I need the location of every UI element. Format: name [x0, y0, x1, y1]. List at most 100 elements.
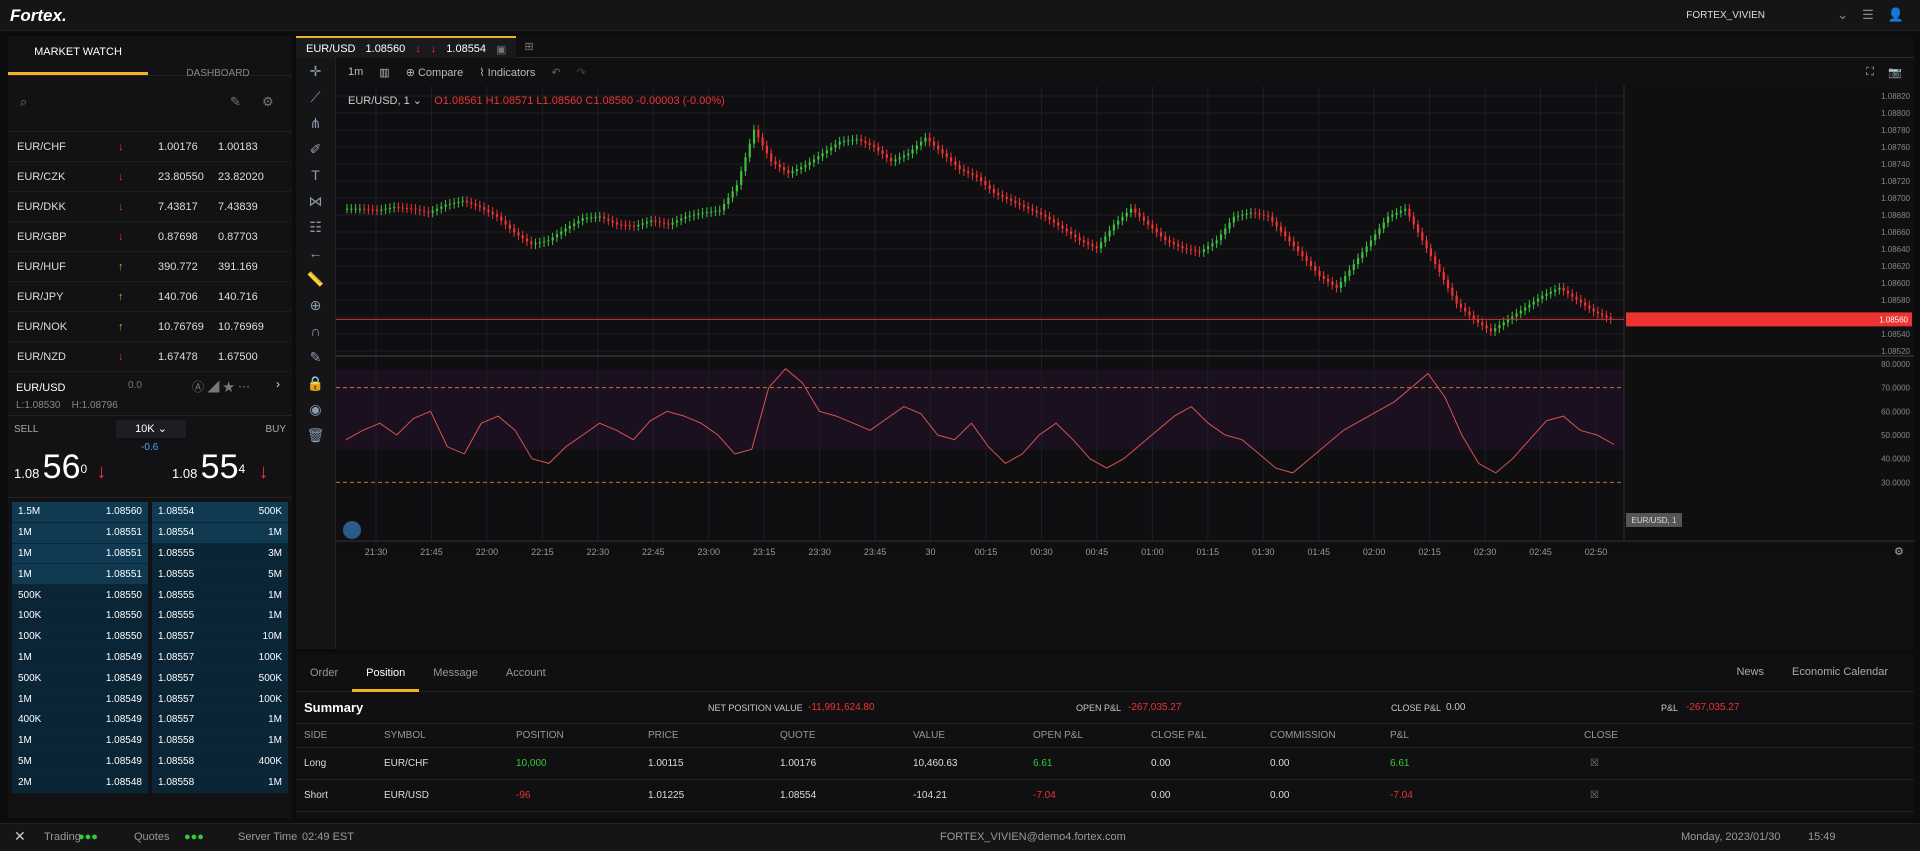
ruler-icon[interactable]: 📏	[296, 266, 335, 292]
depth-buy-row[interactable]: 1.08557 100K	[152, 647, 288, 669]
depth-buy-row[interactable]: 1.08555 5M	[152, 564, 288, 586]
quick-actions-icon[interactable]: Ⓐ ◢ ★ ⋯	[192, 378, 250, 395]
pattern-icon[interactable]: ⋈	[296, 188, 335, 214]
candle-body	[812, 159, 816, 163]
depth-sell-row[interactable]: 1.5M 1.08560	[12, 502, 148, 523]
candle-body	[1082, 240, 1086, 243]
zoom-in-icon[interactable]: ⊕	[296, 292, 335, 318]
tab-position[interactable]: Position	[352, 654, 420, 692]
candle-body	[1292, 241, 1295, 247]
text-icon[interactable]: T	[296, 162, 335, 188]
depth-buy-row[interactable]: 1.08557 1M	[152, 709, 288, 731]
redo-icon[interactable]: ↷	[577, 66, 586, 79]
crosshair-icon[interactable]: ✛	[296, 58, 335, 84]
lock-drawing-icon[interactable]: ✎	[296, 344, 335, 370]
depth-sell-row[interactable]: 5M 1.08549	[12, 751, 148, 773]
depth-buy-row[interactable]: 1.08555 1M	[152, 585, 288, 606]
depth-buy-row[interactable]: 1.08558 1M	[152, 730, 288, 752]
depth-buy-row[interactable]: 1.08558 400K	[152, 751, 288, 773]
lock-icon[interactable]: 🔒	[296, 370, 335, 396]
tab-market-watch[interactable]: MARKET WATCH	[8, 36, 148, 75]
position-cell: -96	[516, 790, 531, 801]
economic-calendar-link[interactable]: Economic Calendar	[1792, 666, 1888, 678]
candle-body	[465, 200, 469, 203]
candle-body	[671, 222, 674, 225]
depth-sell-row[interactable]: 1M 1.08549	[12, 689, 148, 710]
fib-icon[interactable]: ☷	[296, 214, 335, 240]
depth-buy-row[interactable]: 1.08557 500K	[152, 668, 288, 690]
depth-sell-row[interactable]: 1M 1.08549	[12, 647, 148, 669]
pitchfork-icon[interactable]: ⋔	[296, 110, 335, 136]
camera-icon[interactable]: 📷	[1888, 66, 1902, 79]
depth-buy-row[interactable]: 1.08554 1M	[152, 522, 288, 544]
depth-sell-row[interactable]: 100K 1.08550	[12, 626, 148, 648]
depth-sell-row[interactable]: 400K 1.08549	[12, 709, 148, 731]
watchlist-row[interactable]: EUR/NZD ↓ 1.67478 1.67500	[8, 342, 292, 372]
depth-buy-row[interactable]: 1.08555 3M	[152, 543, 288, 565]
add-tab-icon[interactable]: ⊞	[524, 40, 533, 53]
depth-sell-row[interactable]: 500K 1.08549	[12, 668, 148, 690]
close-position-icon[interactable]: ☒	[1590, 758, 1599, 769]
candle-body	[1164, 236, 1167, 241]
username[interactable]: FORTEX_VIVIEN	[1686, 10, 1765, 21]
fullscreen-icon[interactable]: ⛶	[1866, 66, 1874, 79]
watchlist-row[interactable]: EUR/GBP ↓ 0.87698 0.87703	[8, 222, 292, 252]
candle-type-icon[interactable]: ▥	[379, 66, 389, 79]
price-chart[interactable]: 21:30 21:45 22:00 22:15 22:30 22:45 23:00 23:15…	[336, 86, 1914, 649]
watchlist-row[interactable]: EUR/HUF ↑ 390.772 391.169	[8, 252, 292, 282]
chevron-right-icon[interactable]: ›	[276, 377, 280, 391]
interval-button[interactable]: 1m	[348, 66, 363, 78]
settings-sliders-icon[interactable]: ☰	[1862, 7, 1874, 23]
edit-icon[interactable]: ✎	[230, 94, 241, 110]
tab-account[interactable]: Account	[492, 654, 560, 692]
watchlist-symbol: EUR/NOK	[17, 320, 68, 333]
watchlist-row[interactable]: EUR/NOK ↑ 10.76769 10.76969	[8, 312, 292, 342]
depth-sell-row[interactable]: 1M 1.08551	[12, 543, 148, 565]
brush-icon[interactable]: ✐	[296, 136, 335, 162]
sell-button[interactable]: 1.08 560 ↓	[14, 448, 107, 487]
watchlist-row[interactable]: EUR/CHF ↓ 1.00176 1.00183	[8, 132, 292, 162]
depth-sell-row[interactable]: 1M 1.08551	[12, 564, 148, 586]
depth-sell-row[interactable]: 2M 1.08548	[12, 772, 148, 794]
search-icon[interactable]: ⌕	[20, 94, 27, 110]
depth-buy-row[interactable]: 1.08554 500K	[152, 502, 288, 523]
tab-dashboard[interactable]: DASHBOARD	[148, 36, 288, 79]
chart-tab-eurusd[interactable]: EUR/USD 1.08560 ↓ ↓ 1.08554 ▣	[296, 35, 517, 58]
magnet-icon[interactable]: ∩	[296, 318, 335, 344]
watchlist-row[interactable]: EUR/DKK ↓ 7.43817 7.43839	[8, 192, 292, 222]
compare-button[interactable]: ⊕ Compare	[406, 66, 464, 79]
spread-value: -0.6	[141, 442, 159, 453]
depth-buy-row[interactable]: 1.08557 100K	[152, 689, 288, 710]
buy-button[interactable]: 1.08 554 ↓	[172, 448, 269, 487]
y-tick-label: 1.08540	[1881, 330, 1910, 339]
position-row[interactable]: Long EUR/CHF 10,000 1.00115 1.00176 10,460.63…	[296, 748, 1914, 780]
tab-message[interactable]: Message	[419, 654, 492, 692]
depth-buy-row[interactable]: 1.08555 1M	[152, 605, 288, 627]
depth-sell-row[interactable]: 1M 1.08551	[12, 522, 148, 544]
close-position-icon[interactable]: ☒	[1590, 790, 1599, 801]
position-row[interactable]: Short EUR/USD -96 1.01225 1.08554 -104.21 -7.0…	[296, 780, 1914, 812]
quantity-select[interactable]: 10K ⌄	[116, 420, 186, 438]
trendline-icon[interactable]: ⟋	[296, 84, 335, 110]
undo-icon[interactable]: ↶	[551, 66, 560, 79]
depth-buy-row[interactable]: 1.08557 10M	[152, 626, 288, 648]
tab-order[interactable]: Order	[296, 654, 352, 692]
depth-sell-row[interactable]: 1M 1.08549	[12, 730, 148, 752]
arrow-left-icon[interactable]: ←	[296, 240, 335, 266]
candle-body	[1258, 213, 1261, 215]
depth-buy-row[interactable]: 1.08558 1M	[152, 772, 288, 794]
user-icon[interactable]: 👤	[1888, 7, 1904, 23]
watchlist-search[interactable]: ⌕ ✎ ⚙	[8, 76, 292, 132]
chevron-down-icon[interactable]: ⌄	[1837, 7, 1848, 23]
selected-symbol-header[interactable]: EUR/USD 0.0 Ⓐ ◢ ★ ⋯ › L:1.08530 H:1.0879…	[8, 372, 292, 416]
depth-sell-row[interactable]: 500K 1.08550	[12, 585, 148, 606]
indicators-button[interactable]: ⌇ Indicators	[479, 66, 535, 79]
eye-icon[interactable]: ◉	[296, 396, 335, 422]
watchlist-row[interactable]: EUR/CZK ↓ 23.80550 23.82020	[8, 162, 292, 192]
watchlist-row[interactable]: EUR/JPY ↑ 140.706 140.716	[8, 282, 292, 312]
depth-sell-row[interactable]: 100K 1.08550	[12, 605, 148, 627]
candle-body	[1322, 275, 1325, 279]
trash-icon[interactable]: 🗑	[296, 422, 335, 448]
news-link[interactable]: News	[1736, 666, 1764, 678]
gear-icon[interactable]: ⚙	[262, 94, 274, 110]
